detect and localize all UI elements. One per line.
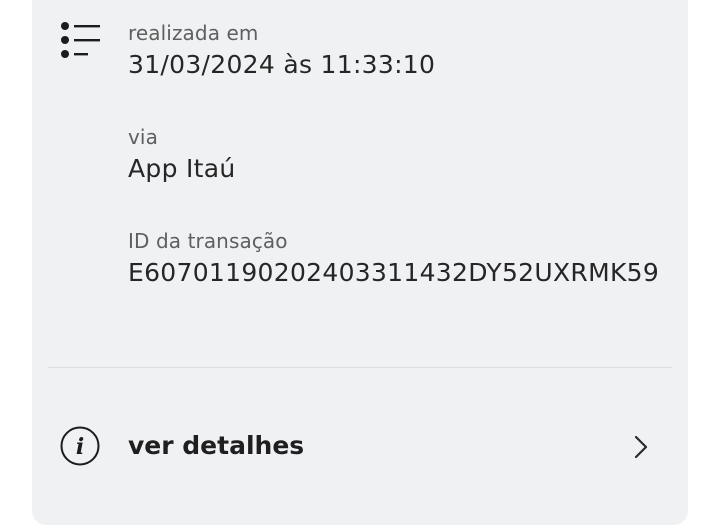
- transaction-id-field: ID da transação E60701190202403311432DY5…: [128, 229, 659, 289]
- view-details-label: ver detalhes: [128, 431, 305, 460]
- chevron-right-icon: [634, 435, 648, 459]
- transaction-id-value: E60701190202403311432DY52UXRMK59: [128, 258, 660, 287]
- date-label: realizada em: [128, 21, 259, 45]
- channel-label: via: [128, 125, 158, 149]
- svg-text:i: i: [76, 434, 84, 460]
- channel-field: via App Itaú: [128, 125, 236, 185]
- view-details-button[interactable]: i ver detalhes: [32, 400, 688, 492]
- date-value: 31/03/2024 às 11:33:10: [128, 50, 436, 79]
- divider: [48, 367, 672, 368]
- channel-value: App Itaú: [128, 154, 236, 183]
- date-field: realizada em 31/03/2024 às 11:33:10: [128, 21, 435, 81]
- info-icon: i: [60, 426, 100, 466]
- transaction-id-label: ID da transação: [128, 229, 288, 253]
- list-icon: [61, 22, 100, 58]
